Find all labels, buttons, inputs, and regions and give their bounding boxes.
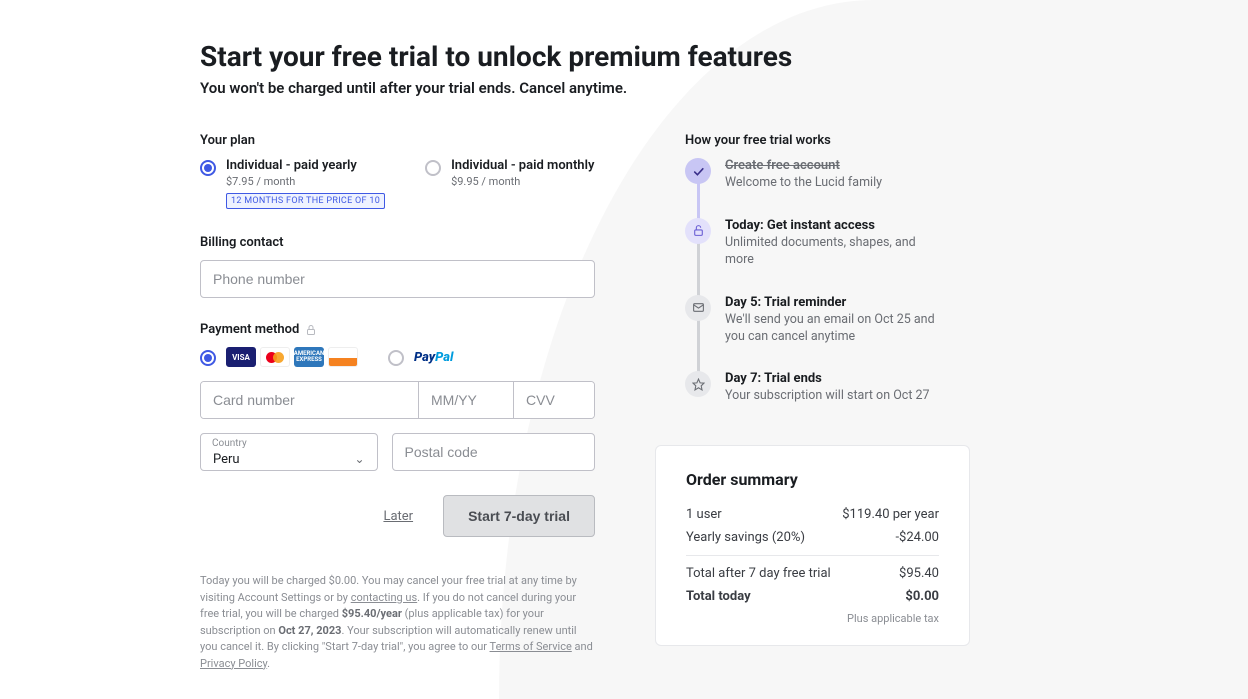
radio-icon xyxy=(388,350,404,366)
radio-icon xyxy=(200,350,216,366)
page-subtitle: You won't be charged until after your tr… xyxy=(200,79,1048,97)
timeline-step-desc: We'll send you an email on Oct 25 and yo… xyxy=(725,312,940,346)
timeline-step-desc: Your subscription will start on Oct 27 xyxy=(725,388,930,405)
plan-option-monthly[interactable]: Individual - paid monthly $9.95 / month xyxy=(425,158,594,209)
postal-code-input[interactable] xyxy=(392,433,596,471)
contacting-us-link[interactable]: contacting us xyxy=(351,591,417,604)
card-brand-logos: VISA AMERICANEXPRESS xyxy=(226,347,358,367)
your-plan-label: Your plan xyxy=(200,133,595,148)
timeline-step-title: Create free account xyxy=(725,158,882,173)
summary-row-label: 1 user xyxy=(686,507,722,522)
order-summary-card: Order summary 1 user $119.40 per year Ye… xyxy=(655,445,970,646)
card-number-input[interactable] xyxy=(201,382,419,418)
billing-contact-label: Billing contact xyxy=(200,235,595,250)
summary-row-label: Yearly savings (20%) xyxy=(686,530,805,545)
mail-icon xyxy=(685,295,711,321)
trial-timeline: Create free account Welcome to the Lucid… xyxy=(685,158,940,405)
plan-price: $9.95 / month xyxy=(451,175,594,188)
total-after-value: $95.40 xyxy=(899,566,939,581)
timeline-step-title: Day 5: Trial reminder xyxy=(725,295,940,310)
amex-icon: AMERICANEXPRESS xyxy=(294,347,324,367)
tax-note: Plus applicable tax xyxy=(686,612,939,625)
radio-icon xyxy=(425,160,441,176)
payment-method-text: Payment method xyxy=(200,322,299,337)
summary-row-value: -$24.00 xyxy=(895,530,939,545)
payment-option-card[interactable]: VISA AMERICANEXPRESS xyxy=(200,347,358,367)
lock-icon xyxy=(685,218,711,244)
start-trial-button[interactable]: Start 7-day trial xyxy=(443,495,595,537)
order-summary-title: Order summary xyxy=(686,470,939,489)
trial-works-label: How your free trial works xyxy=(685,133,940,148)
fine-print: Today you will be charged $0.00. You may… xyxy=(200,573,595,672)
discover-icon xyxy=(328,347,358,367)
timeline-step-title: Day 7: Trial ends xyxy=(725,371,930,386)
radio-icon xyxy=(200,160,216,176)
timeline-step-title: Today: Get instant access xyxy=(725,218,940,233)
country-label: Country xyxy=(212,438,247,449)
chevron-down-icon: ⌄ xyxy=(354,452,364,466)
plan-title: Individual - paid monthly xyxy=(451,158,594,173)
privacy-policy-link[interactable]: Privacy Policy xyxy=(200,657,267,670)
timeline-step-desc: Welcome to the Lucid family xyxy=(725,175,882,192)
star-icon xyxy=(685,371,711,397)
lock-icon xyxy=(305,324,317,336)
mastercard-icon xyxy=(260,347,290,367)
phone-input[interactable] xyxy=(200,260,595,298)
card-expiry-input[interactable] xyxy=(419,382,514,418)
plan-option-yearly[interactable]: Individual - paid yearly $7.95 / month 1… xyxy=(200,158,385,209)
summary-row-value: $119.40 per year xyxy=(842,507,939,522)
paypal-icon: PayPal xyxy=(414,350,453,365)
plan-title: Individual - paid yearly xyxy=(226,158,385,173)
check-icon xyxy=(685,158,711,184)
timeline-step-desc: Unlimited documents, shapes, and more xyxy=(725,235,940,269)
card-cvv-input[interactable] xyxy=(514,382,594,418)
total-today-label: Total today xyxy=(686,589,751,604)
visa-icon: VISA xyxy=(226,347,256,367)
terms-of-service-link[interactable]: Terms of Service xyxy=(490,640,572,653)
later-link[interactable]: Later xyxy=(383,509,413,524)
country-value: Peru xyxy=(213,452,240,467)
plan-badge: 12 MONTHS FOR THE PRICE OF 10 xyxy=(226,193,385,209)
total-today-value: $0.00 xyxy=(905,589,939,604)
payment-option-paypal[interactable]: PayPal xyxy=(388,348,453,366)
plan-price: $7.95 / month xyxy=(226,175,385,188)
page-title: Start your free trial to unlock premium … xyxy=(200,40,1048,73)
total-after-label: Total after 7 day free trial xyxy=(686,566,831,581)
payment-method-label: Payment method xyxy=(200,322,595,337)
